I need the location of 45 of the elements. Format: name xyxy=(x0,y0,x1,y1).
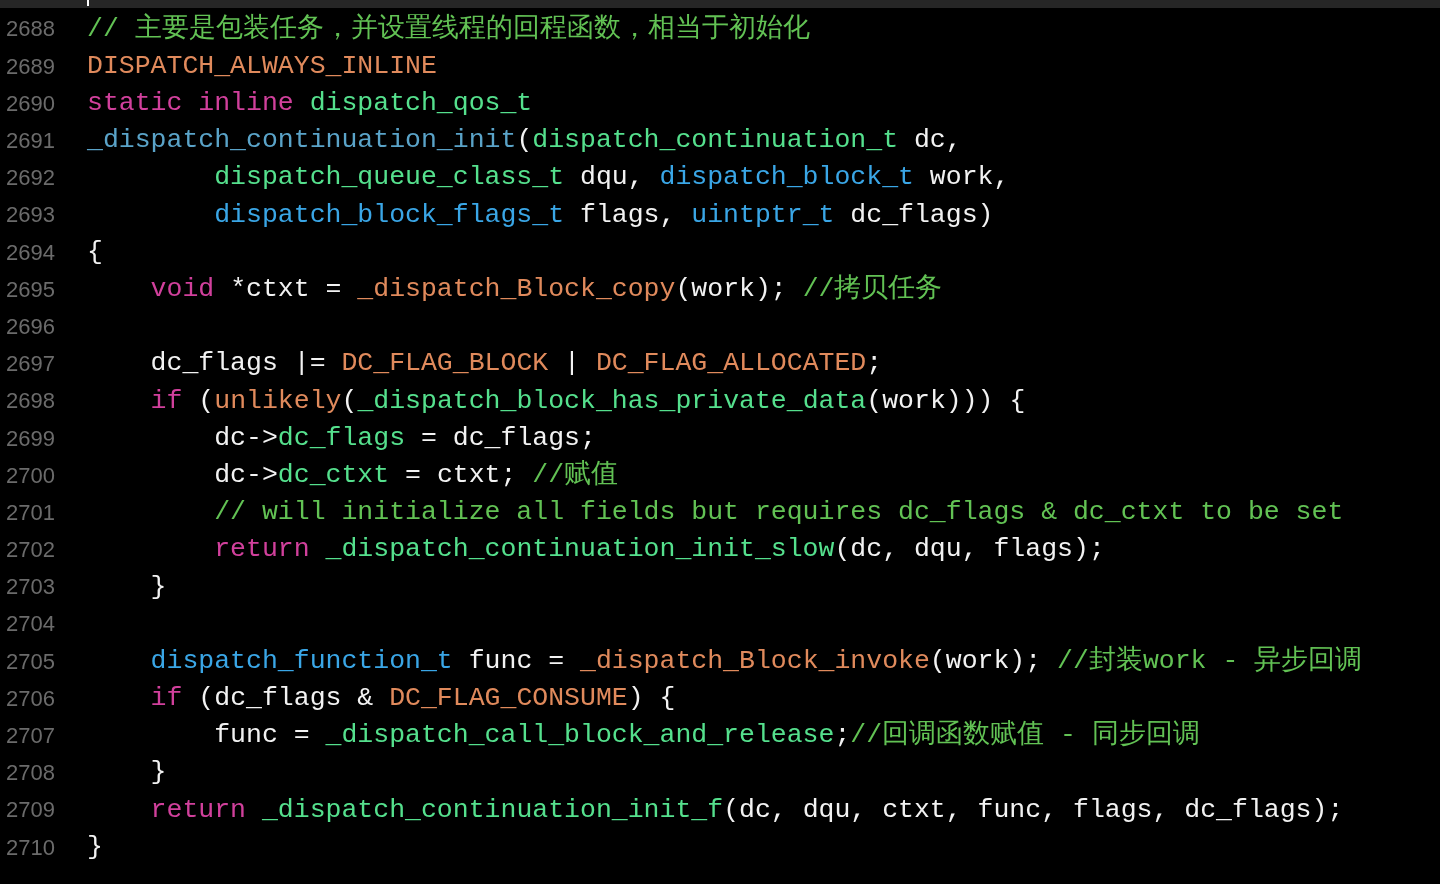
line-number: 2702 xyxy=(5,536,56,565)
code-line: } xyxy=(87,833,103,861)
line-number: 2693 xyxy=(5,201,56,230)
line-number: 2691 xyxy=(5,127,56,156)
code-line: } xyxy=(149,759,167,786)
line-number: 2707 xyxy=(5,722,56,751)
line-number: 2705 xyxy=(5,647,56,676)
code-line: return _dispatch_continuation_init_f(dc, dqu, ctxt, func, flags, dc_flags); xyxy=(149,796,1344,824)
line-number: 2709 xyxy=(5,796,56,825)
line-number: 2689 xyxy=(5,52,56,81)
line-number: 2704 xyxy=(5,610,56,639)
line-number: 2706 xyxy=(5,684,56,713)
line-number: 2698 xyxy=(5,387,56,416)
code-line: // 主要是包装任务，并设置线程的回程函数，相当于初始化 xyxy=(87,15,810,43)
line-number: 2703 xyxy=(5,573,56,602)
code-line: void *ctxt = _dispatch_Block_copy(work); //拷贝任务 xyxy=(149,276,943,303)
line-number: 2692 xyxy=(5,164,56,193)
line-number: 2697 xyxy=(5,350,56,379)
line-number: 2700 xyxy=(5,461,56,490)
code-line: dispatch_queue_class_t dqu, dispatch_block_t work, xyxy=(213,164,1010,191)
code-line: dc->dc_flags = dc_flags; xyxy=(213,424,596,452)
line-number: 2695 xyxy=(5,275,56,304)
code-line: { xyxy=(87,238,103,266)
line-number: 2701 xyxy=(5,498,56,527)
code-line: return _dispatch_continuation_init_slow(dc, dqu, flags); xyxy=(213,536,1105,563)
line-number: 2696 xyxy=(5,313,56,341)
code-line: dispatch_block_flags_t flags, uintptr_t dc_flags) xyxy=(213,201,994,229)
line-number: 2694 xyxy=(5,238,56,267)
line-number: 2708 xyxy=(5,759,56,788)
code-line: static inline dispatch_qos_t xyxy=(87,90,533,117)
code-line: func = _dispatch_call_block_and_release;//回调函数赋值 - 同步回调 xyxy=(213,722,1200,749)
code-line: // will initialize all fields but requires dc_flags & dc_ctxt to be set xyxy=(213,499,1344,526)
code-line: dispatch_function_t func = _dispatch_Block_invoke(work); //封装work - 异步回调 xyxy=(149,647,1363,675)
code-line: } xyxy=(149,573,167,601)
code-line: dc->dc_ctxt = ctxt; //赋值 xyxy=(213,462,619,489)
text-cursor xyxy=(87,0,89,6)
line-number: 2688 xyxy=(5,15,56,44)
code-line: dc_flags |= DC_FLAG_BLOCK | DC_FLAG_ALLOCATED; xyxy=(149,350,883,377)
code-line: DISPATCH_ALWAYS_INLINE xyxy=(87,52,437,80)
line-number: 2699 xyxy=(5,424,56,453)
line-number: 2710 xyxy=(5,833,56,862)
code-line: if (dc_flags & DC_FLAG_CONSUME) { xyxy=(149,685,676,712)
line-number: 2690 xyxy=(5,89,56,118)
code-line: _dispatch_continuation_init(dispatch_continuation_t dc, xyxy=(87,127,962,154)
code-line: if (unlikely(_dispatch_block_has_private_data(work))) { xyxy=(149,387,1026,415)
